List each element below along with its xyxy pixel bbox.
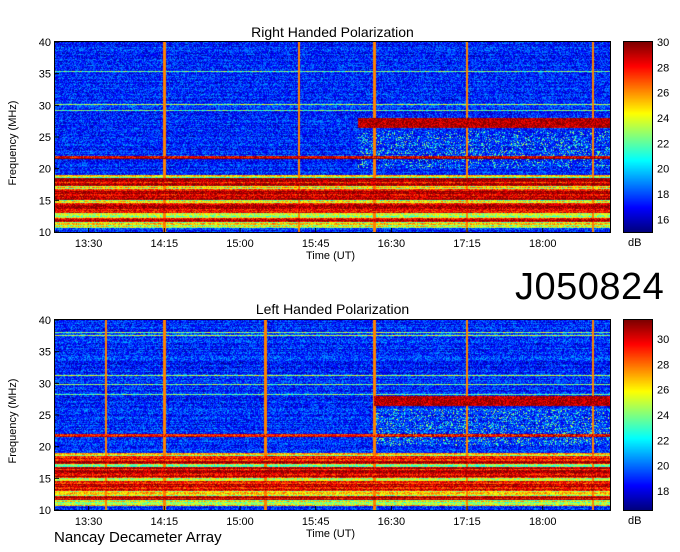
colorbar-tick-label-0-4: 24	[657, 113, 669, 125]
colorbar-tick-label-1-1: 20	[657, 461, 669, 473]
colorbar-tick-label-1-3: 24	[657, 410, 669, 422]
x-tick-label-1-5: 17:15	[453, 516, 481, 528]
colorbar-tick-label-1-4: 26	[657, 385, 669, 397]
x-tick-label-1-2: 15:00	[226, 516, 254, 528]
bottom-plot-frame	[54, 319, 611, 511]
colorbar-tick-label-0-5: 26	[657, 88, 669, 100]
x-tick-label-1-3: 15:45	[302, 516, 330, 528]
x-tick-label-0-6: 18:00	[529, 238, 557, 250]
x-tick-label-1-6: 18:00	[529, 516, 557, 528]
x-tick-label-0-1: 14:15	[151, 238, 179, 250]
y-tick-label-0-0: 10	[39, 227, 51, 239]
colorbar-tick-label-1-0: 18	[657, 486, 669, 498]
instrument-name: Nancay Decameter Array	[54, 529, 222, 546]
y-tick-label-1-1: 15	[39, 473, 51, 485]
bottom-colorbar-frame	[623, 319, 653, 511]
bottom-x-axis-label: Time (UT)	[306, 528, 356, 540]
top-plot-frame	[54, 41, 611, 233]
x-tick-label-0-2: 15:00	[226, 238, 254, 250]
bottom-chart-title: Left Handed Polarization	[255, 301, 410, 317]
y-tick-label-0-6: 40	[39, 37, 51, 49]
y-tick-label-1-5: 35	[39, 347, 51, 359]
y-tick-label-0-4: 30	[39, 100, 51, 112]
y-tick-label-1-3: 25	[39, 410, 51, 422]
colorbar-tick-label-1-5: 28	[657, 359, 669, 371]
colorbar-tick-label-0-2: 20	[657, 164, 669, 176]
top-y-axis-label: Frequency (MHz)	[7, 100, 19, 186]
y-tick-label-0-2: 20	[39, 164, 51, 176]
colorbar-tick-label-1-6: 30	[657, 334, 669, 346]
top-chart-title: Right Handed Polarization	[251, 24, 414, 40]
colorbar-tick-label-0-1: 18	[657, 189, 669, 201]
y-tick-label-1-0: 10	[39, 505, 51, 517]
colorbar-tick-label-0-3: 22	[657, 138, 669, 150]
top-x-axis-label: Time (UT)	[306, 250, 356, 262]
top-colorbar-frame	[623, 41, 653, 233]
y-tick-label-1-2: 20	[39, 442, 51, 454]
colorbar-tick-label-1-2: 22	[657, 435, 669, 447]
y-tick-label-0-3: 25	[39, 132, 51, 144]
x-tick-label-0-5: 17:15	[453, 238, 481, 250]
y-tick-label-0-5: 35	[39, 69, 51, 81]
y-tick-label-0-1: 15	[39, 195, 51, 207]
colorbar-tick-label-0-6: 28	[657, 62, 669, 74]
colorbar-tick-label-0-0: 16	[657, 214, 669, 226]
colorbar-tick-label-0-7: 30	[657, 37, 669, 49]
x-tick-label-0-3: 15:45	[302, 238, 330, 250]
y-tick-label-1-4: 30	[39, 378, 51, 390]
bottom-colorbar-unit: dB	[628, 515, 642, 527]
x-tick-label-1-0: 13:30	[75, 516, 103, 528]
x-tick-label-0-0: 13:30	[75, 238, 103, 250]
x-tick-label-0-4: 16:30	[378, 238, 406, 250]
bottom-y-axis-label: Frequency (MHz)	[7, 378, 19, 464]
x-tick-label-1-4: 16:30	[378, 516, 406, 528]
y-tick-label-1-6: 40	[39, 315, 51, 327]
top-colorbar-unit: dB	[628, 237, 642, 249]
x-tick-label-1-1: 14:15	[151, 516, 179, 528]
